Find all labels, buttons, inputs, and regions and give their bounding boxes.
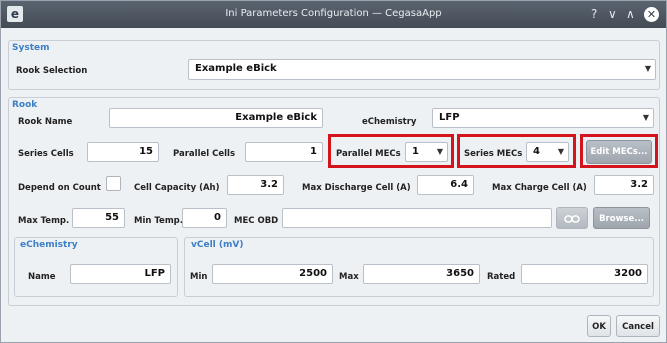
edit-mecs-button[interactable]: Edit MECs...: [586, 140, 652, 164]
rook-group-title: Rook: [12, 100, 38, 110]
parallel-mecs-select[interactable]: 1 ▼: [405, 142, 448, 162]
echemistry-group-title: eChemistry: [20, 240, 78, 250]
series-mecs-select[interactable]: 4 ▼: [526, 142, 569, 162]
max-charge-field[interactable]: 3.2: [594, 175, 654, 195]
window-title: Ini Parameters Configuration — CegasaApp: [225, 8, 442, 19]
max-charge-label: Max Charge Cell (A): [492, 183, 587, 193]
vcell-max-field[interactable]: 3650: [363, 264, 480, 284]
parallel-mecs-label: Parallel MECs: [336, 149, 401, 159]
mec-obd-field[interactable]: [282, 208, 552, 228]
series-cells-field[interactable]: 15: [87, 142, 159, 162]
rook-selection-select[interactable]: Example eBick ▼: [188, 59, 656, 80]
title-bar: e Ini Parameters Configuration — CegasaA…: [1, 1, 666, 28]
config-window: e Ini Parameters Configuration — CegasaA…: [0, 0, 667, 343]
parallel-cells-field[interactable]: 1: [245, 142, 323, 162]
system-group-title: System: [12, 43, 50, 53]
min-temp-field[interactable]: 0: [182, 208, 227, 228]
echemistry-name-field[interactable]: LFP: [70, 264, 171, 284]
echemistry-name-label: Name: [28, 272, 56, 282]
series-mecs-value: 4: [533, 146, 540, 157]
echemistry-value: LFP: [439, 112, 460, 123]
system-group: System Rook Selection Example eBick ▼: [8, 40, 660, 90]
series-cells-label: Series Cells: [18, 149, 74, 159]
echemistry-select[interactable]: LFP ▼: [432, 108, 654, 128]
max-discharge-label: Max Discharge Cell (A): [302, 183, 411, 193]
max-temp-field[interactable]: 55: [72, 208, 125, 228]
rook-selection-label: Rook Selection: [16, 66, 88, 76]
parallel-cells-label: Parallel Cells: [173, 149, 236, 159]
rook-selection-value: Example eBick: [195, 63, 277, 74]
rook-name-field[interactable]: Example eBick: [109, 108, 323, 128]
vcell-rated-label: Rated: [487, 272, 516, 282]
minimize-icon[interactable]: ∨: [608, 6, 617, 22]
rook-name-label: Rook Name: [18, 117, 73, 127]
link-icon-button[interactable]: [556, 207, 588, 229]
max-temp-label: Max Temp.: [18, 216, 70, 226]
link-icon: [564, 215, 580, 223]
chevron-down-icon: ▼: [436, 147, 443, 156]
close-icon[interactable]: ✕: [644, 7, 659, 22]
vcell-min-field[interactable]: 2500: [212, 264, 333, 284]
help-icon[interactable]: ?: [591, 6, 597, 22]
min-temp-label: Min Temp.: [134, 216, 183, 226]
vcell-group-title: vCell (mV): [191, 240, 244, 250]
mec-obd-label: MEC OBD: [234, 216, 279, 226]
chevron-down-icon: ▼: [642, 113, 649, 122]
series-mecs-label: Series MECs: [464, 149, 523, 159]
chevron-down-icon: ▼: [557, 147, 564, 156]
depend-on-count-label: Depend on Count: [18, 183, 101, 193]
depend-on-count-checkbox[interactable]: [106, 176, 121, 191]
max-discharge-field[interactable]: 6.4: [417, 175, 474, 195]
vcell-rated-field[interactable]: 3200: [521, 264, 648, 284]
parallel-mecs-value: 1: [412, 146, 419, 157]
browse-button[interactable]: Browse...: [593, 207, 650, 229]
ok-button[interactable]: OK: [587, 315, 611, 337]
chevron-down-icon: ▼: [644, 64, 651, 73]
vcell-min-label: Min: [190, 272, 208, 282]
cell-capacity-field[interactable]: 3.2: [227, 175, 284, 195]
vcell-max-label: Max: [339, 272, 359, 282]
maximize-icon[interactable]: ∧: [626, 6, 635, 22]
cell-capacity-label: Cell Capacity (Ah): [134, 183, 220, 193]
cancel-button[interactable]: Cancel: [616, 315, 660, 337]
echemistry-label: eChemistry: [362, 117, 417, 127]
